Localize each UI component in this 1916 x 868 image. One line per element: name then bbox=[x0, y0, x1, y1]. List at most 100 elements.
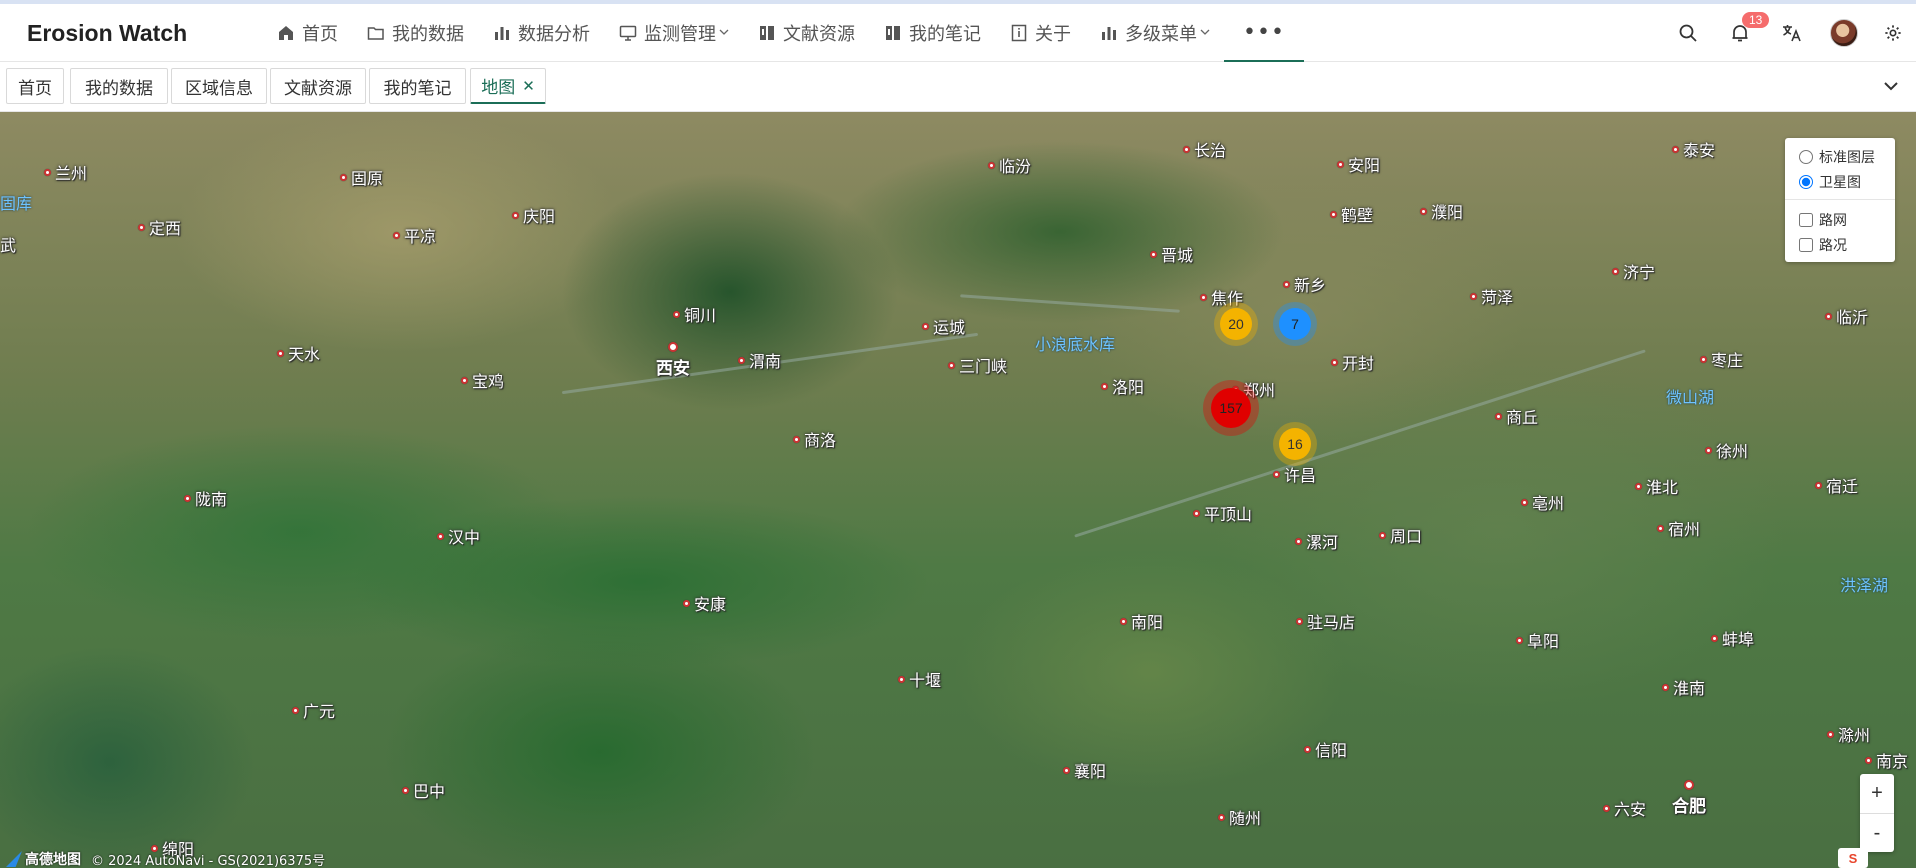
water-label: 洪泽湖 bbox=[1840, 576, 1889, 595]
bar-chart-icon bbox=[1099, 23, 1119, 43]
city-dot bbox=[668, 342, 678, 352]
city-dot bbox=[1827, 730, 1834, 738]
city-label: 新乡 bbox=[1283, 272, 1326, 296]
tab-region-info[interactable]: 区域信息 bbox=[171, 68, 267, 104]
city-dot bbox=[1331, 358, 1338, 366]
nav-item-about[interactable]: 关于 bbox=[995, 4, 1085, 62]
city-label: 平凉 bbox=[393, 223, 436, 247]
nav-item-my-data[interactable]: 我的数据 bbox=[352, 4, 478, 62]
layer-option-satellite[interactable]: 卫星图 bbox=[1785, 169, 1895, 194]
city-label: 枣庄 bbox=[1700, 347, 1743, 371]
header-actions: 13 bbox=[1662, 4, 1916, 62]
nav-item-label: 关于 bbox=[1035, 24, 1071, 45]
city-dot bbox=[922, 322, 929, 330]
divider bbox=[1785, 199, 1895, 200]
cluster-marker[interactable]: 7 bbox=[1273, 302, 1317, 346]
cluster-marker[interactable]: 16 bbox=[1273, 422, 1317, 466]
layer-radio[interactable] bbox=[1799, 149, 1813, 164]
nav-item-literature[interactable]: 文献资源 bbox=[743, 4, 869, 62]
water-label: 微山湖 bbox=[1666, 388, 1715, 407]
city-dot bbox=[1337, 160, 1344, 168]
nav-item-label: 多级菜单 bbox=[1125, 24, 1197, 45]
city-dot bbox=[1295, 537, 1302, 545]
cluster-count: 157 bbox=[1211, 388, 1251, 428]
search-button[interactable] bbox=[1662, 4, 1714, 62]
city-label: 信阳 bbox=[1304, 737, 1347, 761]
nav-item-monitoring[interactable]: 监测管理 bbox=[604, 4, 743, 62]
city-label: 庆阳 bbox=[512, 203, 555, 227]
city-dot bbox=[1612, 267, 1619, 275]
city-dot bbox=[512, 211, 519, 219]
zoom-in-button[interactable]: + bbox=[1860, 774, 1894, 813]
city-label: 晋城 bbox=[1150, 242, 1193, 266]
city-dot bbox=[1283, 280, 1290, 288]
satellite-map[interactable]: 兰州 固原 庆阳 定西 平凉 天水 宝鸡 铜川 渭南 西安 商洛 陇南 汉中 安… bbox=[0, 112, 1916, 868]
city-dot bbox=[1273, 470, 1280, 478]
layer-option-roadnet[interactable]: 路网 bbox=[1785, 207, 1895, 232]
nav-item-data-analysis[interactable]: 数据分析 bbox=[478, 4, 604, 62]
tabs-bar: 首页 我的数据 区域信息 文献资源 我的笔记 地图 ✕ bbox=[0, 63, 1916, 112]
city-label: 襄阳 bbox=[1063, 758, 1106, 782]
tab-map[interactable]: 地图 ✕ bbox=[470, 68, 546, 104]
notifications-button[interactable]: 13 bbox=[1714, 4, 1770, 62]
city-dot bbox=[1200, 293, 1207, 301]
city-dot bbox=[1825, 312, 1832, 320]
sogou-ime-icon[interactable]: S bbox=[1838, 848, 1868, 868]
city-label: 六安 bbox=[1603, 796, 1646, 820]
language-button[interactable] bbox=[1766, 4, 1818, 62]
tab-notes[interactable]: 我的笔记 bbox=[369, 68, 466, 104]
city-label: 宿迁 bbox=[1815, 473, 1858, 497]
tab-my-data[interactable]: 我的数据 bbox=[70, 68, 168, 104]
city-dot bbox=[1662, 683, 1669, 691]
city-dot bbox=[1705, 446, 1712, 454]
city-dot bbox=[683, 599, 690, 607]
city-dot bbox=[1101, 382, 1108, 390]
user-avatar-button[interactable] bbox=[1818, 4, 1870, 62]
settings-button[interactable] bbox=[1870, 4, 1916, 62]
city-label: 临汾 bbox=[988, 153, 1031, 177]
city-label: 临沂 bbox=[1825, 304, 1868, 328]
layer-checkbox[interactable] bbox=[1799, 237, 1813, 252]
nav-item-multilevel-menu[interactable]: 多级菜单 bbox=[1085, 4, 1224, 62]
tab-label: 文献资源 bbox=[284, 78, 352, 99]
city-dot bbox=[437, 532, 444, 540]
city-label-major: 西安 bbox=[656, 342, 690, 379]
cluster-count: 20 bbox=[1220, 308, 1252, 340]
city-dot bbox=[138, 223, 145, 231]
city-dot bbox=[393, 231, 400, 239]
layer-option-standard[interactable]: 标准图层 bbox=[1785, 144, 1895, 169]
city-dot bbox=[44, 168, 51, 176]
city-dot bbox=[673, 310, 680, 318]
city-dot bbox=[1815, 481, 1822, 489]
nav-item-label: 数据分析 bbox=[518, 24, 590, 45]
zoom-out-button[interactable]: - bbox=[1860, 813, 1894, 852]
translate-icon bbox=[1783, 25, 1801, 42]
app-title: Erosion Watch bbox=[27, 20, 188, 46]
copyright-text: © 2024 AutoNavi - GS(2021)6375号 bbox=[91, 853, 326, 868]
tab-label: 区域信息 bbox=[185, 78, 253, 99]
city-dot bbox=[1521, 498, 1528, 506]
city-label: 渭南 bbox=[738, 348, 781, 372]
nav-more-button[interactable]: ••• bbox=[1224, 4, 1304, 62]
layer-option-traffic[interactable]: 路况 bbox=[1785, 232, 1895, 257]
layer-radio[interactable] bbox=[1799, 174, 1813, 189]
cluster-marker[interactable]: 20 bbox=[1214, 302, 1258, 346]
city-label: 周口 bbox=[1379, 523, 1422, 547]
city-dot bbox=[1495, 412, 1502, 420]
tab-literature[interactable]: 文献资源 bbox=[270, 68, 366, 104]
avatar bbox=[1830, 19, 1858, 47]
layer-checkbox[interactable] bbox=[1799, 212, 1813, 227]
map-attribution: 高德地图 © 2024 AutoNavi - GS(2021)6375号 bbox=[6, 849, 325, 868]
city-dot bbox=[738, 356, 745, 364]
nav-item-home[interactable]: 首页 bbox=[262, 4, 352, 62]
nav-item-notes[interactable]: 我的笔记 bbox=[869, 4, 995, 62]
tab-home[interactable]: 首页 bbox=[6, 68, 64, 104]
city-dot bbox=[1865, 756, 1872, 764]
close-icon[interactable]: ✕ bbox=[522, 77, 535, 95]
zoom-control: + - bbox=[1860, 774, 1894, 852]
tabs-dropdown-button[interactable] bbox=[1880, 75, 1902, 97]
cluster-marker[interactable]: 157 bbox=[1203, 380, 1259, 436]
city-dot bbox=[1193, 509, 1200, 517]
search-icon bbox=[1679, 24, 1697, 42]
city-dot bbox=[1672, 145, 1679, 153]
